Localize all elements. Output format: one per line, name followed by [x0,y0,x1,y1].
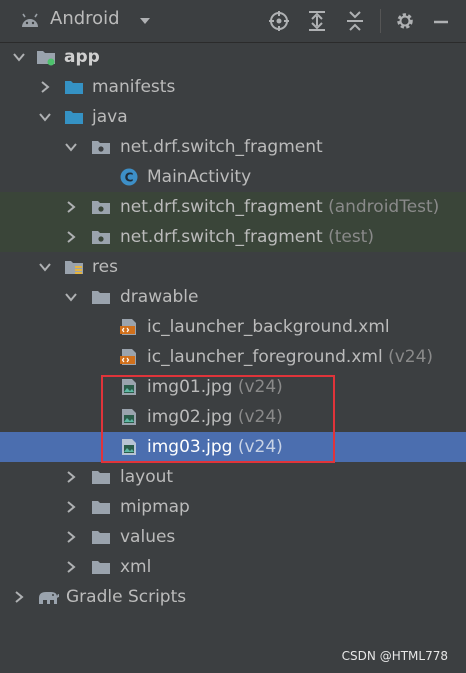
resources-folder-icon [65,261,83,274]
tree-item-app[interactable]: app [0,42,466,72]
tree-item-package-main[interactable]: net.drf.switch_fragment [0,132,466,162]
package-icon [92,231,110,244]
source-set-suffix: (test) [328,227,374,247]
tree-item-label: xml [120,557,152,577]
tree-item-package-androidtest[interactable]: net.drf.switch_fragment (androidTest) [0,192,466,222]
tree-item-mainactivity[interactable]: C MainActivity [0,162,466,192]
tree-item-ic-launcher-foreground[interactable]: ic_launcher_foreground.xml (v24) [0,342,466,372]
tree-item-label: app [64,47,100,67]
tree-item-java[interactable]: java [0,102,466,132]
view-selector-label[interactable]: Android [50,8,120,29]
image-file-icon [122,439,136,455]
folder-icon [92,561,110,574]
tree-item-label: mipmap [120,497,190,517]
tree-item-xml[interactable]: xml [0,552,466,582]
dropdown-icon[interactable] [138,14,152,28]
tree-item-img02[interactable]: img02.jpg (v24) [0,402,466,432]
tree-item-label: net.drf.switch_fragment (test) [120,227,374,247]
gear-icon[interactable] [394,10,416,32]
gradle-elephant-icon [39,592,59,604]
package-icon [92,201,110,214]
tree-item-mipmap[interactable]: mipmap [0,492,466,522]
image-file-icon [122,409,136,425]
tree-item-label: net.drf.switch_fragment [120,137,323,157]
tree-item-label: values [120,527,176,547]
tree-item-img01[interactable]: img01.jpg (v24) [0,372,466,402]
watermark: CSDN @HTML778 [341,649,448,663]
tree-item-label: ic_launcher_foreground.xml (v24) [147,347,434,367]
tree-item-drawable[interactable]: drawable [0,282,466,312]
tree-item-label: drawable [120,287,199,307]
tree-item-layout[interactable]: layout [0,462,466,492]
qualifier-suffix: (v24) [237,377,283,397]
collapse-all-icon[interactable] [344,10,366,32]
tree-item-label: java [92,107,128,127]
image-file-icon [122,379,136,395]
chevron-right-icon[interactable] [64,560,78,574]
project-toolbar: Android [0,0,466,43]
svg-text:C: C [125,171,134,185]
module-folder-icon [37,51,55,66]
qualifier-suffix: (v24) [237,407,283,427]
tree-item-ic-launcher-background[interactable]: ic_launcher_background.xml [0,312,466,342]
tree-item-values[interactable]: values [0,522,466,552]
class-icon: C [120,168,138,186]
folder-icon [92,501,110,514]
tree-item-res[interactable]: res [0,252,466,282]
chevron-right-icon[interactable] [64,200,78,214]
folder-icon [92,471,110,484]
tree-item-label: MainActivity [147,167,252,187]
chevron-right-icon[interactable] [64,530,78,544]
chevron-right-icon[interactable] [64,470,78,484]
expand-all-icon[interactable] [306,10,328,32]
tree-item-img03[interactable]: img03.jpg (v24) [0,432,466,462]
chevron-right-icon[interactable] [38,80,52,94]
tree-item-gradle-scripts[interactable]: Gradle Scripts [0,582,466,612]
chevron-right-icon[interactable] [12,590,26,604]
tree-item-manifests[interactable]: manifests [0,72,466,102]
tree-item-package-test[interactable]: net.drf.switch_fragment (test) [0,222,466,252]
source-set-suffix: (androidTest) [328,197,440,217]
chevron-down-icon[interactable] [64,140,78,154]
chevron-down-icon[interactable] [64,290,78,304]
tree-item-label: img03.jpg (v24) [147,437,283,457]
tree-item-label: ic_launcher_background.xml [147,317,390,337]
folder-blue-icon [65,81,83,94]
tree-item-label: net.drf.switch_fragment (androidTest) [120,197,440,217]
package-icon [92,141,110,154]
locate-icon[interactable] [268,10,290,32]
tree-item-label: Gradle Scripts [66,587,187,607]
folder-icon [92,531,110,544]
qualifier-suffix: (v24) [237,437,283,457]
chevron-down-icon[interactable] [12,50,26,64]
android-icon [22,13,38,27]
tree-item-label: img01.jpg (v24) [147,377,283,397]
tree-item-label: img02.jpg (v24) [147,407,283,427]
tree-item-label: layout [120,467,174,487]
xml-file-icon [120,349,136,365]
minimize-icon[interactable] [430,10,452,32]
chevron-right-icon[interactable] [64,500,78,514]
folder-icon [92,291,110,304]
tree-item-label: manifests [92,77,176,97]
toolbar-separator [380,9,381,33]
qualifier-suffix: (v24) [388,347,434,367]
xml-file-icon [120,319,136,335]
chevron-right-icon[interactable] [64,230,78,244]
folder-blue-icon [65,111,83,124]
tree-item-label: res [92,257,118,277]
chevron-down-icon[interactable] [38,110,52,124]
chevron-down-icon[interactable] [38,260,52,274]
